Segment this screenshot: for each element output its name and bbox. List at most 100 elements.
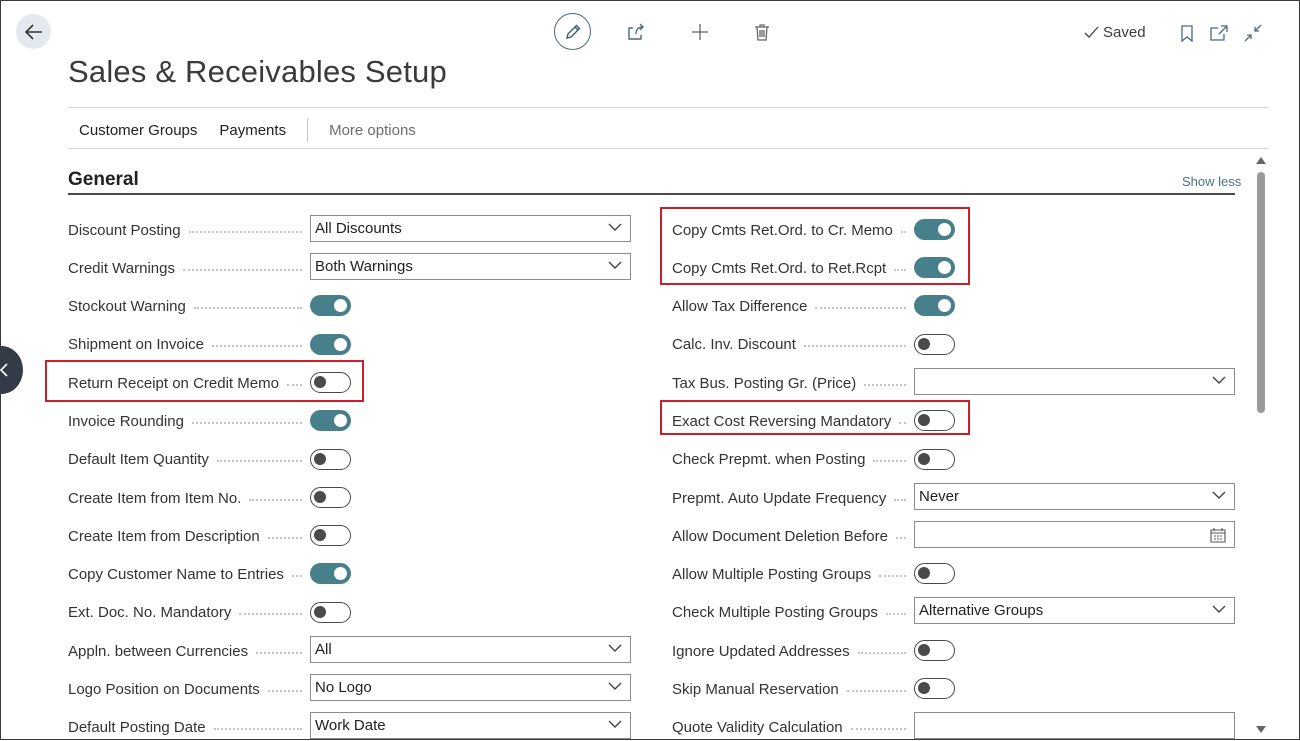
field-allow-multiple-posting-groups: Allow Multiple Posting Groups: [672, 560, 914, 588]
payments-action[interactable]: Payments: [208, 122, 297, 139]
prepmt-auto-update-select[interactable]: Never: [914, 483, 1235, 510]
calendar-icon[interactable]: [1210, 528, 1226, 543]
scroll-up-icon[interactable]: [1256, 156, 1266, 164]
field-logo-position: Logo Position on Documents: [68, 675, 310, 703]
field-label: Invoice Rounding: [68, 412, 184, 430]
allow-multiple-posting-groups-toggle[interactable]: [914, 563, 955, 584]
field-label: Ext. Doc. No. Mandatory: [68, 603, 232, 621]
field-ignore-updated-addresses: Ignore Updated Addresses: [672, 637, 914, 665]
field-label: Default Posting Date: [68, 718, 206, 736]
default-posting-date-select[interactable]: Work Date: [310, 712, 631, 739]
scrollbar-thumb[interactable]: [1257, 172, 1265, 413]
field-default-posting-date: Default Posting Date: [68, 713, 310, 741]
field-quote-validity-calculation: Quote Validity Calculation: [672, 713, 914, 741]
plus-icon: [692, 24, 708, 40]
exact-cost-reversing-toggle[interactable]: [914, 410, 955, 431]
field-create-item-from-description: Create Item from Description: [68, 522, 310, 550]
allow-tax-difference-toggle[interactable]: [914, 295, 955, 316]
collapse-icon: [1244, 24, 1262, 42]
new-button[interactable]: [688, 20, 712, 44]
edit-button[interactable]: [554, 13, 591, 50]
field-label: Check Prepmt. when Posting: [672, 450, 866, 468]
back-button[interactable]: [16, 14, 51, 49]
field-label: Appln. between Currencies: [68, 642, 249, 660]
logo-position-select[interactable]: No Logo: [310, 674, 631, 701]
credit-warnings-select[interactable]: Both Warnings: [310, 253, 631, 280]
field-allow-tax-difference: Allow Tax Difference: [672, 292, 914, 320]
field-return-receipt-on-credit-memo: Return Receipt on Credit Memo: [68, 369, 310, 397]
action-bar: Customer Groups Payments More options: [68, 118, 427, 142]
share-button[interactable]: [624, 20, 648, 44]
share-icon: [628, 23, 644, 40]
field-label: Discount Posting: [68, 221, 181, 239]
ignore-updated-addresses-toggle[interactable]: [914, 640, 955, 661]
field-label: Exact Cost Reversing Mandatory: [672, 412, 892, 430]
create-item-from-description-toggle[interactable]: [310, 525, 351, 546]
field-copy-customer-name: Copy Customer Name to Entries: [68, 560, 310, 588]
check-prepmt-posting-toggle[interactable]: [914, 449, 955, 470]
action-separator: [307, 118, 309, 142]
shipment-on-invoice-toggle[interactable]: [310, 334, 351, 355]
pencil-icon: [565, 24, 580, 39]
field-label: Stockout Warning: [68, 297, 186, 315]
bookmark-button[interactable]: [1176, 22, 1198, 44]
chevron-down-icon: [608, 720, 622, 728]
field-label: Shipment on Invoice: [68, 335, 204, 353]
open-new-window-button[interactable]: [1208, 22, 1230, 44]
copy-customer-name-toggle[interactable]: [310, 563, 351, 584]
chevron-down-icon: [608, 644, 622, 652]
trash-icon: [755, 24, 769, 41]
field-label: Skip Manual Reservation: [672, 680, 839, 698]
delete-button[interactable]: [750, 20, 774, 44]
field-label: Tax Bus. Posting Gr. (Price): [672, 374, 857, 392]
field-ext-doc-no-mandatory: Ext. Doc. No. Mandatory: [68, 598, 310, 626]
invoice-rounding-toggle[interactable]: [310, 410, 351, 431]
field-label: Check Multiple Posting Groups: [672, 603, 878, 621]
customer-groups-action[interactable]: Customer Groups: [68, 122, 208, 139]
section-underline: [68, 193, 1235, 195]
create-item-from-item-no-toggle[interactable]: [310, 487, 351, 508]
chevron-down-icon: [608, 261, 622, 269]
field-label: Calc. Inv. Discount: [672, 335, 796, 353]
check-multiple-posting-groups-select[interactable]: Alternative Groups: [914, 597, 1235, 624]
field-default-item-quantity: Default Item Quantity: [68, 445, 310, 473]
default-item-quantity-toggle[interactable]: [310, 449, 351, 470]
field-create-item-from-item-no: Create Item from Item No.: [68, 484, 310, 512]
scroll-down-icon[interactable]: [1256, 726, 1266, 734]
field-invoice-rounding: Invoice Rounding: [68, 407, 310, 435]
ext-doc-no-mandatory-toggle[interactable]: [310, 602, 351, 623]
tax-bus-posting-gr-select[interactable]: [914, 368, 1235, 395]
copy-cmts-ret-rcpt-toggle[interactable]: [914, 257, 955, 278]
field-calc-inv-discount: Calc. Inv. Discount: [672, 330, 914, 358]
skip-manual-reservation-toggle[interactable]: [914, 678, 955, 699]
stockout-warning-toggle[interactable]: [310, 295, 351, 316]
quote-validity-calculation-input[interactable]: [914, 712, 1235, 739]
chevron-down-icon: [1212, 605, 1226, 613]
allow-document-deletion-input[interactable]: [914, 521, 1235, 548]
collapse-button[interactable]: [1242, 22, 1264, 44]
field-check-prepmt-posting: Check Prepmt. when Posting: [672, 445, 914, 473]
back-arrow-icon: [24, 23, 42, 40]
chevron-left-icon: [0, 363, 8, 377]
calc-inv-discount-toggle[interactable]: [914, 334, 955, 355]
field-discount-posting: Discount Posting: [68, 216, 310, 244]
field-label: Create Item from Description: [68, 527, 260, 545]
discount-posting-select[interactable]: All Discounts: [310, 215, 631, 242]
appln-between-currencies-select[interactable]: All: [310, 636, 631, 663]
field-label: Copy Cmts Ret.Ord. to Cr. Memo: [672, 221, 893, 239]
field-label: Copy Customer Name to Entries: [68, 565, 284, 583]
saved-label: Saved: [1103, 24, 1146, 41]
checkmark-icon: [1084, 26, 1099, 38]
copy-cmts-cr-memo-toggle[interactable]: [914, 219, 955, 240]
field-label: Logo Position on Documents: [68, 680, 260, 698]
field-label: Allow Tax Difference: [672, 297, 808, 315]
return-receipt-on-credit-memo-toggle[interactable]: [310, 372, 351, 393]
field-skip-manual-reservation: Skip Manual Reservation: [672, 675, 914, 703]
field-copy-cmts-ret-rcpt: Copy Cmts Ret.Ord. to Ret.Rcpt: [672, 254, 914, 282]
show-less-link[interactable]: Show less: [1182, 174, 1241, 189]
field-label: Prepmt. Auto Update Frequency: [672, 489, 887, 507]
chevron-down-icon: [1212, 376, 1226, 384]
more-options-action[interactable]: More options: [318, 122, 427, 139]
field-stockout-warning: Stockout Warning: [68, 292, 310, 320]
chevron-down-icon: [1212, 491, 1226, 499]
